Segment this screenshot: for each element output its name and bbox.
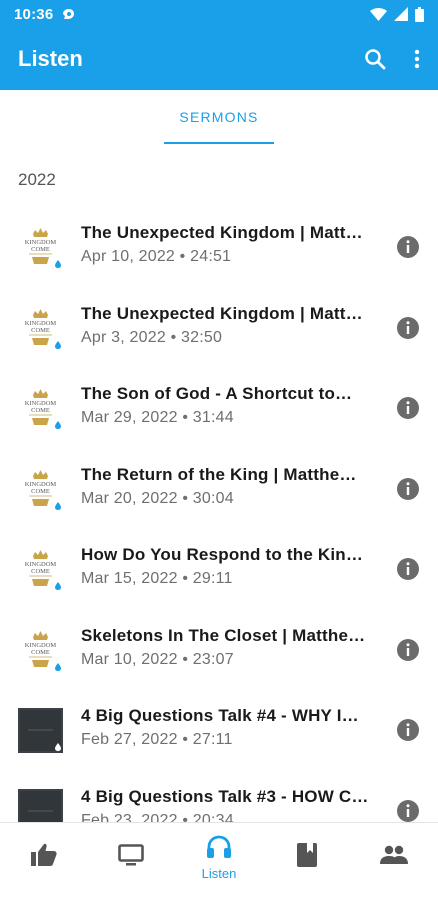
svg-text:KINGDOM: KINGDOM <box>25 239 57 246</box>
sermon-title: The Son of God - A Shortcut to… <box>81 384 353 403</box>
bottom-navigation: Listen <box>0 822 438 892</box>
sermon-date-duration: Mar 29, 2022 • 31:44 <box>81 409 234 426</box>
sermon-item[interactable]: 4 Big Questions Talk #4 - WHY I… Feb 27,… <box>0 686 438 767</box>
sermon-thumbnail <box>18 708 63 753</box>
sermon-title: How Do You Respond to the Kin… <box>81 545 364 564</box>
headphones-icon <box>206 835 232 864</box>
sermon-item[interactable]: KINGDOM COME The Son of God - A Shortcut… <box>0 364 438 445</box>
sermon-item[interactable]: KINGDOM COME The Unexpected Kingdom | Ma… <box>0 203 438 284</box>
sermon-date-duration: Mar 20, 2022 • 30:04 <box>81 489 234 507</box>
info-icon[interactable] <box>396 396 420 420</box>
more-options-icon[interactable] <box>414 49 420 69</box>
status-bar: 10:36 <box>0 0 438 28</box>
nav-item-tv[interactable] <box>88 823 176 892</box>
sermon-item[interactable]: 4 Big Questions Talk #3 - HOW C… Feb 23,… <box>0 767 438 823</box>
nav-label: Listen <box>201 865 237 881</box>
sermon-title: 4 Big Questions Talk #3 - HOW C… <box>81 786 369 806</box>
svg-text:KINGDOM: KINGDOM <box>25 481 57 488</box>
svg-text:COME: COME <box>31 568 50 575</box>
info-icon[interactable] <box>396 477 420 501</box>
svg-text:KINGDOM: KINGDOM <box>25 642 57 649</box>
year-header: 2022 <box>18 170 56 189</box>
sermon-date-duration: Feb 23, 2022 • 20:34 <box>81 811 234 823</box>
system-nav-bar <box>0 892 438 900</box>
notification-icon <box>63 9 75 19</box>
sermon-list: KINGDOM COME The Unexpected Kingdom | Ma… <box>0 203 438 822</box>
sermon-item[interactable]: KINGDOM COME The Return of the King | Ma… <box>0 445 438 526</box>
nav-item-thumbs-up[interactable] <box>0 823 88 892</box>
svg-text:KINGDOM: KINGDOM <box>25 320 57 327</box>
info-icon[interactable] <box>396 235 420 259</box>
nav-item-headphones[interactable]: Listen <box>175 823 263 892</box>
info-icon[interactable] <box>396 799 420 823</box>
svg-text:KINGDOM: KINGDOM <box>25 400 57 407</box>
sermon-thumbnail <box>18 788 63 822</box>
thumbs-up-icon <box>30 843 57 872</box>
sermon-thumbnail: KINGDOM COME <box>18 466 63 512</box>
sermon-thumbnail: KINGDOM COME <box>18 305 63 351</box>
tab-bar: SERMONS <box>0 90 438 144</box>
app-bar: Listen <box>0 28 438 90</box>
svg-text:COME: COME <box>31 246 50 253</box>
sermon-date-duration: Mar 15, 2022 • 29:11 <box>81 570 233 587</box>
sermon-thumbnail: KINGDOM COME <box>18 225 63 270</box>
sermon-date-duration: Mar 10, 2022 • 23:07 <box>81 650 234 668</box>
sermon-thumbnail: KINGDOM COME <box>18 547 63 592</box>
tv-icon <box>118 844 145 871</box>
svg-text:COME: COME <box>31 649 50 656</box>
info-icon[interactable] <box>396 557 420 581</box>
people-icon <box>380 845 409 870</box>
sermon-title: The Return of the King | Matthe… <box>81 464 357 484</box>
sermon-thumbnail: KINGDOM COME <box>18 386 63 431</box>
sermon-thumbnail: KINGDOM COME <box>18 627 63 673</box>
sermon-item[interactable]: KINGDOM COME The Unexpected Kingdom | Ma… <box>0 284 438 365</box>
sermon-title: 4 Big Questions Talk #4 - WHY I… <box>81 706 359 725</box>
search-icon[interactable] <box>364 48 386 70</box>
battery-icon <box>415 6 424 22</box>
book-icon <box>296 843 317 872</box>
sermon-item[interactable]: KINGDOM COME How Do You Respond to the K… <box>0 525 438 606</box>
page-title: Listen <box>18 46 83 71</box>
svg-text:COME: COME <box>31 488 50 495</box>
nav-item-people[interactable] <box>350 823 438 892</box>
sermon-date-duration: Apr 10, 2022 • 24:51 <box>81 248 232 265</box>
sermon-title: The Unexpected Kingdom | Matt… <box>81 303 363 323</box>
info-icon[interactable] <box>396 638 420 662</box>
svg-text:COME: COME <box>31 407 50 414</box>
sermon-title: Skeletons In The Closet | Matthe… <box>81 625 366 645</box>
sermon-date-duration: Feb 27, 2022 • 27:11 <box>81 731 233 748</box>
info-icon[interactable] <box>396 316 420 340</box>
status-time: 10:36 <box>14 5 54 23</box>
tab-sermons[interactable]: SERMONS <box>164 90 274 144</box>
sermon-title: The Unexpected Kingdom | Matt… <box>81 223 363 242</box>
sermon-item[interactable]: KINGDOM COME Skeletons In The Closet | M… <box>0 606 438 687</box>
sermon-date-duration: Apr 3, 2022 • 32:50 <box>81 328 223 346</box>
nav-item-book[interactable] <box>263 823 351 892</box>
wifi-icon <box>370 7 387 21</box>
info-icon[interactable] <box>396 718 420 742</box>
svg-text:COME: COME <box>31 327 50 334</box>
svg-text:KINGDOM: KINGDOM <box>25 561 57 568</box>
signal-icon <box>394 7 408 21</box>
